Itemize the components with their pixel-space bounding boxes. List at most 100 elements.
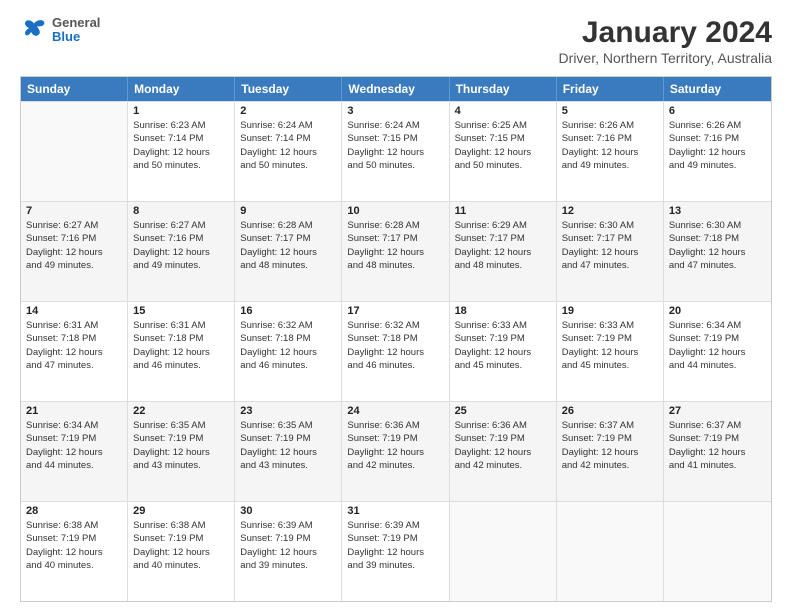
cell-info-line: Sunrise: 6:30 AM [562,219,658,232]
cell-info-line: Sunrise: 6:39 AM [347,519,443,532]
cell-info-line: Sunrise: 6:35 AM [133,419,229,432]
cell-info-line: Sunrise: 6:28 AM [240,219,336,232]
cell-info-line: Daylight: 12 hours [133,246,229,259]
cell-info-line: and 47 minutes. [26,359,122,372]
day-number: 9 [240,205,336,217]
calendar: SundayMondayTuesdayWednesdayThursdayFrid… [20,76,772,602]
cell-info-line: Daylight: 12 hours [347,546,443,559]
calendar-cell: 11Sunrise: 6:29 AMSunset: 7:17 PMDayligh… [450,202,557,301]
page: General Blue January 2024 Driver, Northe… [0,0,792,612]
cell-info-line: and 43 minutes. [133,459,229,472]
cell-info-line: Sunrise: 6:39 AM [240,519,336,532]
cell-info-line: Daylight: 12 hours [240,346,336,359]
cell-info-line: Sunset: 7:19 PM [347,432,443,445]
cell-info-line: Sunset: 7:19 PM [669,432,766,445]
cell-info-line: Daylight: 12 hours [562,246,658,259]
cell-info-line: and 49 minutes. [26,259,122,272]
day-number: 18 [455,305,551,317]
cell-info-line: Daylight: 12 hours [347,446,443,459]
cell-info-line: Daylight: 12 hours [133,146,229,159]
cell-info-line: Sunrise: 6:31 AM [26,319,122,332]
cell-info-line: Sunset: 7:16 PM [133,232,229,245]
day-number: 23 [240,405,336,417]
calendar-title: January 2024 [559,16,772,50]
cell-info-line: Sunrise: 6:37 AM [562,419,658,432]
logo: General Blue [20,16,100,45]
cell-info-line: Daylight: 12 hours [347,346,443,359]
cell-info-line: Sunset: 7:19 PM [240,532,336,545]
cell-info-line: and 49 minutes. [133,259,229,272]
logo-bird-icon [20,16,48,44]
day-number: 26 [562,405,658,417]
day-number: 27 [669,405,766,417]
cell-info-line: Sunset: 7:17 PM [455,232,551,245]
day-number: 25 [455,405,551,417]
cell-info-line: Daylight: 12 hours [133,546,229,559]
cell-info-line: Sunrise: 6:23 AM [133,119,229,132]
cell-info-line: and 46 minutes. [240,359,336,372]
logo-general: General [52,16,100,30]
day-number: 30 [240,505,336,517]
day-header-sunday: Sunday [21,77,128,101]
calendar-cell [557,502,664,601]
cell-info-line: Sunset: 7:15 PM [455,132,551,145]
cell-info-line: Daylight: 12 hours [562,346,658,359]
day-header-friday: Friday [557,77,664,101]
cell-info-line: Sunrise: 6:29 AM [455,219,551,232]
calendar-cell: 3Sunrise: 6:24 AMSunset: 7:15 PMDaylight… [342,102,449,201]
cell-info-line: Daylight: 12 hours [347,146,443,159]
cell-info-line: Sunrise: 6:36 AM [455,419,551,432]
cell-info-line: and 46 minutes. [347,359,443,372]
cell-info-line: Sunrise: 6:38 AM [133,519,229,532]
calendar-cell: 10Sunrise: 6:28 AMSunset: 7:17 PMDayligh… [342,202,449,301]
cell-info-line: Daylight: 12 hours [455,246,551,259]
calendar-cell: 4Sunrise: 6:25 AMSunset: 7:15 PMDaylight… [450,102,557,201]
cell-info-line: Sunrise: 6:32 AM [347,319,443,332]
cell-info-line: Sunset: 7:17 PM [240,232,336,245]
day-number: 7 [26,205,122,217]
cell-info-line: Sunset: 7:14 PM [133,132,229,145]
day-number: 3 [347,105,443,117]
cell-info-line: Sunrise: 6:33 AM [562,319,658,332]
calendar-cell: 22Sunrise: 6:35 AMSunset: 7:19 PMDayligh… [128,402,235,501]
cell-info-line: Sunrise: 6:38 AM [26,519,122,532]
day-header-thursday: Thursday [450,77,557,101]
cell-info-line: and 44 minutes. [669,359,766,372]
cell-info-line: Daylight: 12 hours [347,246,443,259]
day-number: 2 [240,105,336,117]
day-number: 24 [347,405,443,417]
calendar-cell: 17Sunrise: 6:32 AMSunset: 7:18 PMDayligh… [342,302,449,401]
cell-info-line: and 40 minutes. [26,559,122,572]
cell-info-line: Sunrise: 6:26 AM [562,119,658,132]
calendar-cell: 2Sunrise: 6:24 AMSunset: 7:14 PMDaylight… [235,102,342,201]
cell-info-line: Sunrise: 6:27 AM [26,219,122,232]
calendar-cell: 18Sunrise: 6:33 AMSunset: 7:19 PMDayligh… [450,302,557,401]
cell-info-line: Daylight: 12 hours [26,246,122,259]
cell-info-line: and 46 minutes. [133,359,229,372]
calendar-cell [664,502,771,601]
cell-info-line: Sunset: 7:19 PM [669,332,766,345]
cell-info-line: Sunset: 7:16 PM [669,132,766,145]
cell-info-line: Daylight: 12 hours [455,446,551,459]
cell-info-line: and 39 minutes. [347,559,443,572]
calendar-cell: 13Sunrise: 6:30 AMSunset: 7:18 PMDayligh… [664,202,771,301]
calendar-week-5: 28Sunrise: 6:38 AMSunset: 7:19 PMDayligh… [21,501,771,601]
day-number: 5 [562,105,658,117]
cell-info-line: Sunrise: 6:37 AM [669,419,766,432]
cell-info-line: and 47 minutes. [669,259,766,272]
cell-info-line: Daylight: 12 hours [26,546,122,559]
day-number: 13 [669,205,766,217]
calendar-cell: 21Sunrise: 6:34 AMSunset: 7:19 PMDayligh… [21,402,128,501]
logo-text: General Blue [52,16,100,45]
calendar-cell: 23Sunrise: 6:35 AMSunset: 7:19 PMDayligh… [235,402,342,501]
cell-info-line: and 45 minutes. [455,359,551,372]
logo-blue: Blue [52,30,100,44]
cell-info-line: Sunset: 7:19 PM [26,432,122,445]
cell-info-line: Daylight: 12 hours [240,146,336,159]
day-header-monday: Monday [128,77,235,101]
cell-info-line: Sunrise: 6:34 AM [26,419,122,432]
cell-info-line: Daylight: 12 hours [455,346,551,359]
cell-info-line: Sunset: 7:17 PM [562,232,658,245]
cell-info-line: Sunrise: 6:24 AM [347,119,443,132]
cell-info-line: Sunset: 7:19 PM [455,432,551,445]
